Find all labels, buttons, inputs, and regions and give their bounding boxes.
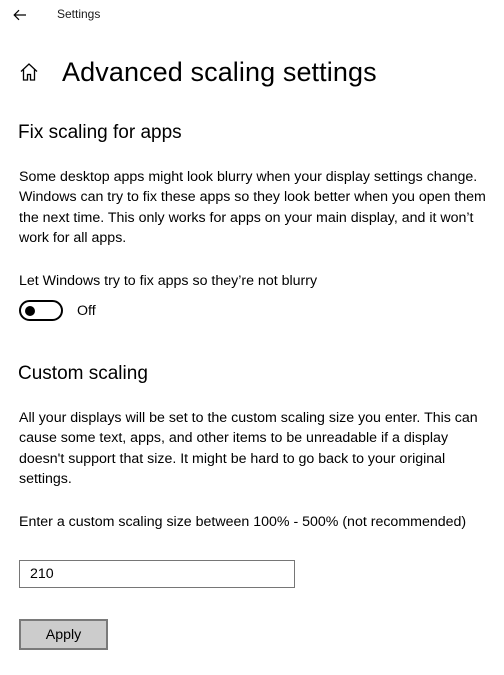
- title-bar: Settings: [0, 0, 504, 30]
- back-button[interactable]: [8, 3, 32, 27]
- fix-apps-toggle[interactable]: [19, 300, 63, 321]
- toggle-state-label: Off: [77, 302, 96, 319]
- page-title: Advanced scaling settings: [62, 56, 377, 87]
- custom-scaling-input[interactable]: [19, 560, 295, 588]
- home-button[interactable]: [18, 61, 40, 83]
- page-header: Advanced scaling settings: [18, 52, 377, 92]
- fix-apps-toggle-row: Off: [19, 300, 96, 321]
- fix-scaling-description: Some desktop apps might look blurry when…: [19, 169, 486, 246]
- home-icon: [20, 63, 38, 81]
- window-title: Settings: [57, 7, 101, 21]
- custom-scaling-heading: Custom scaling: [18, 363, 148, 384]
- custom-scaling-input-label: Enter a custom scaling size between 100%…: [19, 514, 467, 530]
- apply-button[interactable]: Apply: [19, 619, 108, 650]
- arrow-left-icon: [13, 9, 26, 21]
- toggle-knob: [25, 305, 35, 316]
- fix-scaling-heading: Fix scaling for apps: [18, 122, 182, 143]
- custom-scaling-description: All your displays will be set to the cus…: [19, 410, 478, 487]
- fix-apps-toggle-label: Let Windows try to fix apps so they’re n…: [19, 273, 318, 289]
